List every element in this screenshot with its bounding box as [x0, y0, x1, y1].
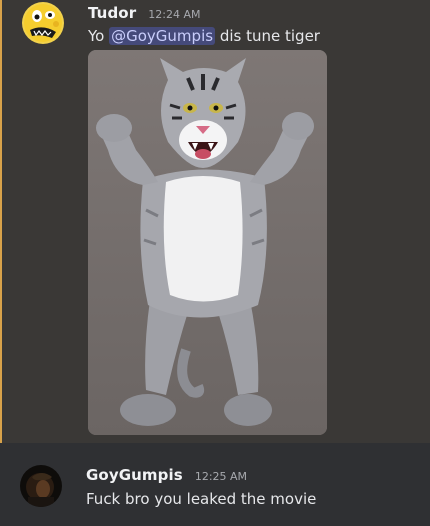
- emoji-avatar-icon: [22, 2, 64, 44]
- timestamp[interactable]: 12:24 AM: [148, 8, 200, 21]
- chat-area: Tudor 12:24 AM Yo @GoyGumpis dis tune ti…: [0, 0, 430, 526]
- message-text: Fuck bro you leaked the movie: [86, 490, 317, 508]
- tiger-mascot-image: [88, 50, 327, 435]
- message-header: GoyGumpis 12:25 AM: [86, 465, 247, 484]
- message-tudor: Tudor 12:24 AM Yo @GoyGumpis dis tune ti…: [0, 0, 430, 443]
- user-mention[interactable]: @GoyGumpis: [109, 27, 216, 45]
- message-goygumpis: GoyGumpis 12:25 AM Fuck bro you leaked t…: [0, 443, 430, 526]
- author-name[interactable]: GoyGumpis: [86, 466, 183, 484]
- message-header: Tudor 12:24 AM: [88, 3, 201, 22]
- timestamp[interactable]: 12:25 AM: [195, 470, 247, 483]
- author-name[interactable]: Tudor: [88, 4, 136, 22]
- avatar[interactable]: [22, 2, 64, 44]
- message-text: Yo @GoyGumpis dis tune tiger: [88, 27, 320, 45]
- message-text-after: dis tune tiger: [215, 27, 320, 45]
- user-photo-icon: [20, 465, 62, 507]
- image-attachment[interactable]: [88, 50, 327, 435]
- avatar[interactable]: [20, 465, 62, 507]
- message-text-before: Yo: [88, 27, 110, 45]
